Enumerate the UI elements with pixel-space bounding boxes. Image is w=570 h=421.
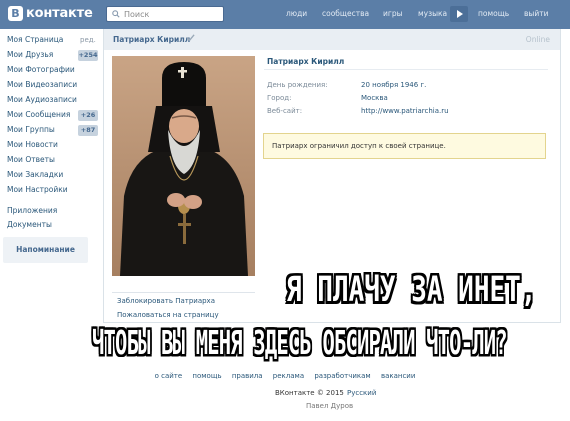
footer-link-jobs[interactable]: вакансии — [381, 372, 415, 380]
patriarch-portrait-image — [112, 56, 255, 276]
edit-link[interactable]: ред. — [80, 34, 96, 46]
reminder-block[interactable]: Напоминание — [3, 237, 88, 263]
footer-link-about[interactable]: о сайте — [155, 372, 183, 380]
divider — [112, 292, 255, 293]
info-label-city: Город: — [267, 94, 292, 102]
sidebar-item-documents[interactable]: Документы — [7, 219, 52, 231]
profile-name: Патриарх Кирилл — [267, 57, 345, 66]
nav-games[interactable]: игры — [383, 9, 403, 18]
sidebar-item-answers[interactable]: Мои Ответы — [7, 154, 55, 166]
search-box[interactable] — [106, 6, 224, 22]
info-label-birthday: День рождения: — [267, 81, 328, 89]
footer-founder: Павел Дуров — [306, 402, 354, 410]
search-input[interactable] — [124, 9, 219, 19]
nav-people[interactable]: люди — [286, 9, 307, 18]
sidebar-item-groups[interactable]: Мои Группы — [7, 124, 55, 136]
private-page-notice: Патриарх ограничил доступ к своей страни… — [263, 133, 546, 159]
info-value-city[interactable]: Москва — [361, 94, 388, 102]
vk-logo[interactable]: B контакте — [8, 6, 93, 21]
footer-link-rules[interactable]: правила — [232, 372, 263, 380]
friends-count-badge[interactable]: +254 — [78, 50, 98, 61]
online-status: Online — [525, 35, 550, 44]
report-page-link[interactable]: Пожаловаться на страницу — [117, 311, 219, 319]
footer-link-developers[interactable]: разработчикам — [314, 372, 370, 380]
vk-logo-text: контакте — [26, 6, 93, 21]
verified-check-icon — [186, 34, 195, 42]
search-icon — [112, 10, 120, 18]
nav-music[interactable]: музыка — [418, 9, 447, 18]
nav-help[interactable]: помощь — [478, 9, 509, 18]
info-label-website: Веб-сайт: — [267, 107, 303, 115]
profile-header-bar: Патриарх Кирилл Online — [104, 29, 560, 50]
groups-count-badge[interactable]: +87 — [78, 125, 98, 136]
sidebar-item-bookmarks[interactable]: Мои Закладки — [7, 169, 63, 181]
profile-header-name: Патриарх Кирилл — [113, 35, 191, 44]
footer-copyright: ВКонтакте © 2015 — [275, 389, 344, 397]
profile-photo[interactable] — [112, 56, 255, 276]
meme-caption-line-2: ЧТОБЫ ВЫ МЕНЯ ЗДЕСЬ ОБСИРАЛИ ЧТО-ЛИ? — [92, 324, 508, 362]
sidebar-item-settings[interactable]: Мои Настройки — [7, 184, 68, 196]
info-value-birthday[interactable]: 20 ноября 1946 г. — [361, 81, 426, 89]
messages-count-badge[interactable]: +26 — [78, 110, 98, 121]
sidebar-item-my-page[interactable]: Моя Страница — [7, 34, 63, 46]
top-header-bar: B контакте люди сообщества игры музыка п… — [0, 0, 570, 29]
sidebar-item-messages[interactable]: Мои Сообщения — [7, 109, 70, 121]
footer-links: о сайте помощь правила реклама разработч… — [0, 372, 570, 380]
divider — [264, 69, 548, 70]
sidebar-item-photos[interactable]: Мои Фотографии — [7, 64, 75, 76]
nav-logout[interactable]: выйти — [524, 9, 548, 18]
meme-caption-line-1: Я ПЛАЧУ ЗА ИНЕТ, — [286, 270, 537, 311]
play-icon[interactable] — [450, 6, 468, 22]
footer-language-link[interactable]: Русский — [347, 389, 376, 397]
vk-logo-mark: B — [8, 6, 23, 21]
footer-link-ads[interactable]: реклама — [273, 372, 304, 380]
sidebar-item-audio[interactable]: Мои Аудиозаписи — [7, 94, 77, 106]
sidebar-item-friends[interactable]: Мои Друзья — [7, 49, 53, 61]
sidebar-item-videos[interactable]: Мои Видеозаписи — [7, 79, 77, 91]
sidebar-item-news[interactable]: Мои Новости — [7, 139, 58, 151]
block-user-link[interactable]: Заблокировать Патриарха — [117, 297, 215, 305]
nav-communities[interactable]: сообщества — [322, 9, 369, 18]
footer-link-help[interactable]: помощь — [192, 372, 221, 380]
sidebar-item-apps[interactable]: Приложения — [7, 205, 57, 217]
info-value-website[interactable]: http://www.patriarchia.ru — [361, 107, 449, 115]
